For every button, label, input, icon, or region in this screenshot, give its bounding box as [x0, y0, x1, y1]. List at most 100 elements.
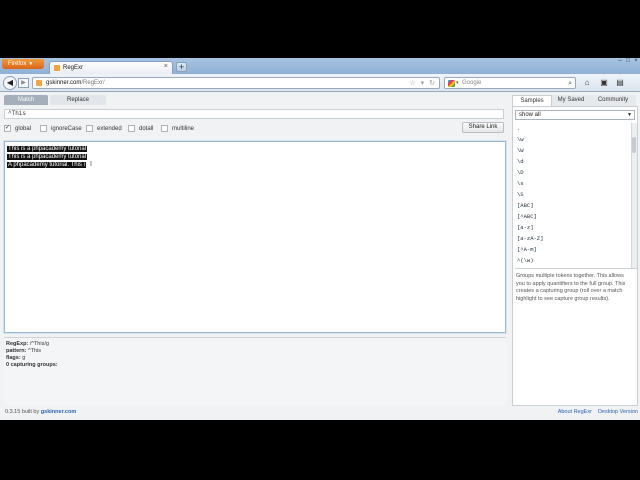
flag-dotall[interactable]: dotall [128, 124, 153, 134]
filter-select[interactable]: show all ▼ [515, 110, 635, 120]
flag-multiline[interactable]: multiline [161, 124, 194, 134]
desktop-version-link[interactable]: Desktop Version [598, 409, 638, 415]
navigation-bar: ◀ ▶ gskinner.com/RegExr/ ☆ ▾ ↻ ▾ Google ⌕ … [0, 74, 640, 92]
result-row: pattern: ^This [6, 348, 504, 355]
search-icon[interactable]: ⌕ [568, 79, 572, 88]
menu-icon[interactable]: ▤ [614, 78, 626, 88]
checkbox-icon[interactable] [128, 124, 135, 132]
flag-extended[interactable]: extended [86, 124, 122, 134]
version-footer: 0.3.15 built by gskinner.com [5, 408, 76, 416]
source-text-area[interactable]: This is a phpacademy tutorial This is a … [4, 141, 506, 333]
flag-label: multiline [172, 126, 195, 132]
gskinner-link[interactable]: gskinner.com [41, 409, 76, 415]
tab-community[interactable]: Community [590, 95, 636, 106]
firefox-menu-button[interactable]: Firefox ▼ [2, 59, 44, 69]
result-value: ^This [28, 348, 41, 354]
flags-row: ✓ global ignoreCase extended dotall multi… [4, 124, 444, 134]
selected-text[interactable]: A phpacademy tutorial. This i [7, 162, 86, 168]
results-panel: RegExp: /^This/g pattern: ^This flags: g… [4, 337, 506, 405]
checkbox-icon[interactable] [40, 124, 47, 132]
chevron-down-icon: ▼ [28, 61, 34, 67]
samples-panel: show all ▼ . \w \W \d \D \s \S [ABC] [^AB… [512, 106, 638, 406]
scrollbar-thumb[interactable] [632, 137, 636, 153]
match-highlight[interactable]: This is a phpacademy tutorial [7, 154, 88, 160]
samples-scrollbar[interactable] [631, 123, 637, 268]
result-key: 0 capturing groups: [6, 362, 58, 368]
sample-item[interactable]: \W [517, 145, 627, 156]
result-key: pattern: [6, 348, 27, 354]
checkbox-icon[interactable] [86, 124, 93, 132]
pattern-input[interactable]: ^This [4, 109, 504, 119]
back-button[interactable]: ◀ [3, 76, 17, 90]
engine-dropdown-icon[interactable]: ▾ [456, 79, 459, 88]
reload-icon[interactable]: ↻ [429, 80, 435, 87]
about-link[interactable]: About RegExr [558, 409, 592, 415]
result-key: RegExp: [6, 341, 29, 347]
text-line: This is a phpacademy tutorial [7, 153, 92, 161]
sample-item[interactable]: \w [517, 134, 627, 145]
dropdown-arrow-icon[interactable]: ▾ [421, 80, 425, 87]
browser-window: Firefox ▼ RegExr × + – □ × ◀ ▶ gskinner.com… [0, 58, 640, 420]
flag-ignorecase[interactable]: ignoreCase [40, 124, 82, 134]
addon-icon[interactable]: ▣ [598, 78, 610, 88]
url-host: gskinner.com [46, 80, 82, 86]
match-highlight[interactable]: This is a phpacademy tutorial [7, 146, 88, 152]
sample-item[interactable]: \S [517, 189, 627, 200]
checkbox-checked-icon[interactable]: ✓ [4, 124, 11, 132]
tab-title: RegExr [63, 65, 84, 71]
home-icon[interactable]: ⌂ [581, 78, 593, 88]
tab-bar: Firefox ▼ RegExr × + – □ × [0, 58, 640, 74]
sample-item[interactable]: [^A-m] [517, 244, 627, 255]
sample-item[interactable]: . [517, 123, 627, 134]
result-key: flags: [6, 355, 21, 361]
sample-item[interactable]: \D [517, 167, 627, 178]
sample-item[interactable]: \d [517, 156, 627, 167]
flag-global[interactable]: ✓ global [4, 124, 31, 134]
search-placeholder: Google [462, 80, 482, 86]
tab-replace[interactable]: Replace [50, 95, 106, 105]
window-controls: – □ × [616, 58, 640, 64]
browser-tab[interactable]: RegExr × [49, 61, 173, 74]
search-bar[interactable]: ▾ Google ⌕ [444, 77, 576, 89]
result-row: 0 capturing groups: [6, 362, 504, 369]
sample-item[interactable]: [ABC] [517, 200, 627, 211]
site-identity-icon[interactable] [36, 80, 42, 86]
flag-label: ignoreCase [51, 126, 82, 132]
text-line: This is a phpacademy tutorial [7, 145, 92, 153]
sample-item[interactable]: [^ABC] [517, 211, 627, 222]
text-cursor-icon: I [89, 161, 92, 168]
sidebar-footer: About RegExr Desktop Version [512, 408, 638, 416]
version-text: 0.3.15 built by [5, 409, 40, 415]
sample-item[interactable]: [a-z] [517, 222, 627, 233]
url-path: /RegExr/ [81, 80, 105, 86]
close-tab-icon[interactable]: × [164, 63, 168, 70]
minimize-icon[interactable]: – [616, 58, 624, 64]
close-window-icon[interactable]: × [632, 58, 640, 64]
regexr-favicon-icon [54, 65, 60, 71]
flag-label: extended [97, 126, 122, 132]
forward-button[interactable]: ▶ [18, 78, 29, 88]
sample-item[interactable]: [a-zA-Z] [517, 233, 627, 244]
firefox-menu-label: Firefox [8, 61, 27, 67]
bookmark-star-icon[interactable]: ☆ [409, 80, 415, 87]
samples-sidebar: Samples My Saved Community show all ▼ . \… [512, 93, 638, 420]
sample-description: Groups multiple tokens together. This al… [516, 273, 626, 302]
tab-match[interactable]: Match [4, 95, 48, 105]
regexr-app: Match Replace ^This ✓ global ignoreCase e… [0, 93, 640, 420]
new-tab-button[interactable]: + [176, 62, 187, 72]
google-engine-icon[interactable] [448, 80, 455, 87]
sample-item[interactable]: ^(\w) [517, 255, 627, 266]
checkbox-icon[interactable] [161, 124, 168, 132]
tab-samples[interactable]: Samples [512, 95, 552, 106]
url-bar[interactable]: gskinner.com/RegExr/ ☆ ▾ ↻ [32, 77, 440, 89]
filter-value: show all [519, 112, 541, 118]
result-row: RegExp: /^This/g [6, 341, 504, 348]
flag-label: global [15, 126, 32, 132]
chevron-down-icon: ▼ [627, 112, 632, 118]
result-value: g [22, 355, 26, 361]
result-row: flags: g [6, 355, 504, 362]
share-link-button[interactable]: Share Link [462, 122, 504, 133]
maximize-icon[interactable]: □ [624, 58, 632, 64]
tab-my-saved[interactable]: My Saved [552, 95, 590, 106]
sample-item[interactable]: \s [517, 178, 627, 189]
